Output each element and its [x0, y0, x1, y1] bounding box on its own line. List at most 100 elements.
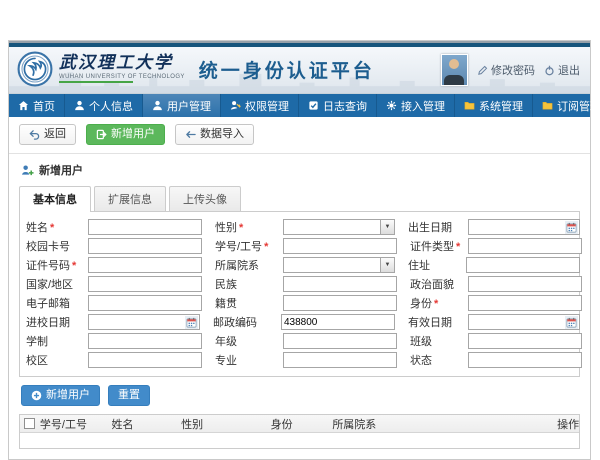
green-underline-decoration — [59, 81, 133, 83]
section-header: 新增用户 — [9, 154, 590, 183]
form-cell: 政治面貌 — [410, 276, 582, 292]
reset-button[interactable]: 重置 — [108, 385, 150, 406]
form-text-input[interactable] — [88, 257, 202, 273]
form-field-label: 电子邮箱 — [26, 295, 88, 311]
log-icon — [308, 100, 319, 111]
nav-item-0[interactable]: 首页 — [9, 94, 65, 117]
logout-link[interactable]: 退出 — [544, 62, 580, 78]
form-text-input[interactable] — [283, 276, 397, 292]
form-text-input[interactable] — [88, 238, 202, 254]
form-text-input[interactable] — [88, 352, 202, 368]
form-text-input[interactable] — [466, 257, 580, 273]
table-header-cell: 姓名 — [112, 416, 182, 432]
toolbar-add-user-button[interactable]: 新增用户 — [86, 124, 165, 145]
university-name-cn: 武汉理工大学 — [59, 55, 185, 72]
calendar-icon[interactable] — [185, 316, 198, 329]
empty-table-row — [20, 433, 579, 448]
form-field-label: 政治面貌 — [410, 276, 468, 292]
nav-item-3[interactable]: 权限管理 — [221, 94, 299, 117]
form-text-input[interactable] — [283, 352, 397, 368]
form-text-input[interactable] — [468, 238, 582, 254]
tab-bar: 基本信息 扩展信息 上传头像 — [19, 186, 580, 211]
nav-item-1[interactable]: 个人信息 — [65, 94, 143, 117]
form-cell: 年级 — [215, 333, 397, 349]
form-date-input[interactable] — [468, 219, 580, 235]
toolbar: 返回 新增用户 数据导入 — [9, 117, 590, 154]
form-row: 姓名*性别*▼出生日期 — [26, 219, 573, 235]
data-import-button[interactable]: 数据导入 — [175, 124, 254, 145]
add-user-section-icon — [21, 164, 34, 177]
form-cell: 身份* — [410, 295, 582, 311]
select-all-checkbox[interactable] — [24, 418, 35, 429]
form-cell: 学号/工号* — [215, 238, 397, 254]
form-cell: 校园卡号 — [26, 238, 202, 254]
plus-circle-icon — [31, 390, 42, 401]
users-table-header: 学号/工号姓名性别身份所属院系操作 — [20, 415, 579, 433]
form-cell: 住址 — [408, 257, 580, 273]
nav-item-4[interactable]: 日志查询 — [299, 94, 377, 117]
form-text-input[interactable] — [283, 333, 397, 349]
tab-0[interactable]: 基本信息 — [19, 186, 91, 212]
nav-item-5[interactable]: 接入管理 — [377, 94, 455, 117]
users-table: 学号/工号姓名性别身份所属院系操作 — [19, 414, 580, 449]
form-text-input[interactable] — [88, 295, 202, 311]
tab-1[interactable]: 扩展信息 — [94, 186, 166, 211]
back-button[interactable]: 返回 — [19, 124, 76, 145]
form-row: 进校日期邮政编码有效日期 — [26, 314, 573, 330]
calendar-icon[interactable] — [565, 221, 578, 234]
form-field-label: 性别* — [215, 219, 283, 235]
form-cell: 有效日期 — [408, 314, 580, 330]
form-text-input[interactable] — [283, 238, 397, 254]
user-icon — [74, 100, 85, 111]
nav-item-label: 日志查询 — [323, 98, 367, 114]
nav-item-label: 个人信息 — [89, 98, 133, 114]
gear-icon — [386, 100, 397, 111]
form-cell: 进校日期 — [26, 314, 200, 330]
form-date-input[interactable] — [468, 314, 580, 330]
form-cell: 民族 — [215, 276, 397, 292]
folder-icon — [542, 100, 553, 111]
form-cell: 班级 — [410, 333, 582, 349]
tab-label: 上传头像 — [183, 194, 227, 206]
tab-label: 基本信息 — [33, 194, 77, 206]
calendar-icon[interactable] — [565, 316, 578, 329]
nav-item-label: 首页 — [33, 98, 55, 114]
power-icon — [544, 65, 555, 76]
table-header-cell: 学号/工号 — [40, 416, 112, 432]
nav-item-label: 权限管理 — [245, 98, 289, 114]
form-row: 国家/地区 民族政治面貌 — [26, 276, 573, 292]
form-text-input[interactable] — [283, 295, 397, 311]
form-cell: 电子邮箱 — [26, 295, 202, 311]
form-text-input[interactable] — [468, 276, 582, 292]
form-field-label: 身份* — [410, 295, 468, 311]
form-cell: 国家/地区 — [26, 276, 202, 292]
form-text-input[interactable] — [281, 314, 395, 330]
form-text-input[interactable] — [88, 333, 202, 349]
form-text-input[interactable] — [468, 295, 582, 311]
required-asterisk: * — [456, 241, 460, 253]
toolbar-add-user-label: 新增用户 — [111, 128, 155, 141]
chevron-down-icon: ▼ — [380, 258, 394, 272]
form-date-input[interactable] — [88, 314, 200, 330]
nav-item-7[interactable]: 订阅管理 — [533, 94, 600, 117]
form-select[interactable]: ▼ — [283, 219, 395, 235]
university-logo-icon — [17, 51, 53, 87]
nav-item-label: 用户管理 — [167, 98, 211, 114]
form-field-label: 学制 — [26, 333, 88, 349]
nav-item-6[interactable]: 系统管理 — [455, 94, 533, 117]
tab-label: 扩展信息 — [108, 194, 152, 206]
form-cell: 邮政编码 — [213, 314, 395, 330]
form-text-input[interactable] — [468, 352, 582, 368]
form-field-label: 国家/地区 — [26, 276, 88, 292]
required-asterisk: * — [239, 222, 243, 234]
form-text-input[interactable] — [468, 333, 582, 349]
nav-item-2[interactable]: 用户管理 — [143, 94, 221, 117]
form-text-input[interactable] — [88, 219, 202, 235]
form-cell: 证件类型* — [410, 238, 582, 254]
tab-2[interactable]: 上传头像 — [169, 186, 241, 211]
form-select[interactable]: ▼ — [283, 257, 395, 273]
submit-add-user-button[interactable]: 新增用户 — [21, 385, 100, 406]
form-text-input[interactable] — [88, 276, 202, 292]
form-field-label: 邮政编码 — [213, 314, 281, 330]
change-password-link[interactable]: 修改密码 — [477, 62, 535, 78]
